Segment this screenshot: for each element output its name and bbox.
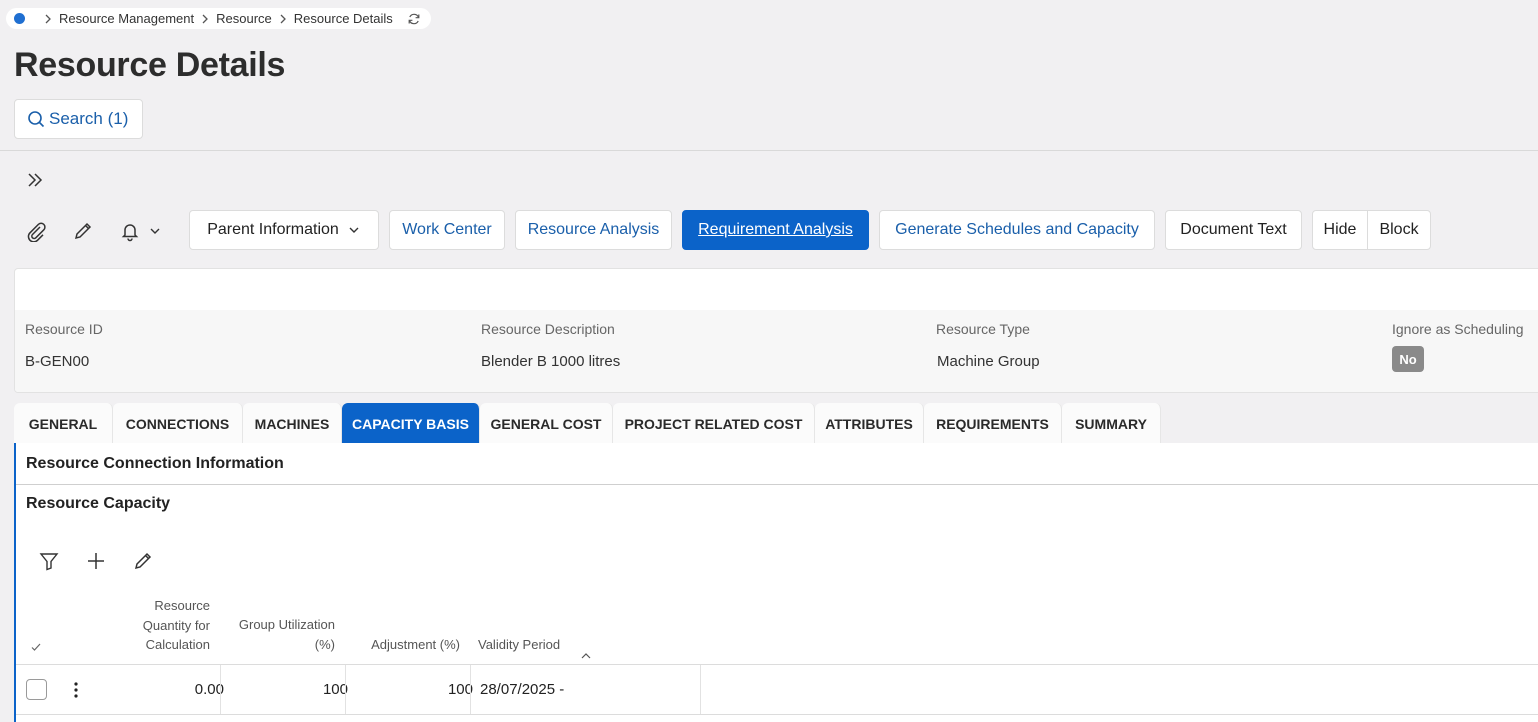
breadcrumb-resource-management[interactable]: Resource Management	[59, 11, 194, 26]
filter-icon[interactable]	[38, 550, 60, 572]
ignore-as-scheduling-label: Ignore as Scheduling	[1392, 321, 1524, 337]
divider	[0, 150, 1538, 151]
breadcrumb-resource-details: Resource Details	[293, 11, 393, 26]
resource-id-label: Resource ID	[25, 321, 103, 337]
more-options-icon[interactable]	[68, 681, 84, 699]
column-header-quantity-line: Calculation	[145, 637, 210, 652]
select-all-check-icon[interactable]	[30, 641, 42, 653]
search-icon	[28, 111, 45, 128]
cell-separator	[220, 665, 221, 714]
tab-summary[interactable]: SUMMARY	[1062, 403, 1161, 444]
resource-description-value: Blender B 1000 litres	[481, 353, 621, 370]
resource-capacity-header: Resource Capacity	[26, 495, 171, 512]
resource-header-card: Resource ID B-GEN00 Resource Description…	[14, 268, 1538, 393]
pencil-icon[interactable]	[72, 220, 94, 242]
chevron-right-icon	[280, 14, 286, 23]
tab-general-cost[interactable]: GENERAL COST	[480, 403, 613, 444]
page-title: Resource Details	[14, 46, 286, 84]
block-button[interactable]: Block	[1367, 210, 1431, 250]
bell-icon[interactable]	[119, 220, 141, 242]
resource-description-label: Resource Description	[481, 321, 615, 337]
resource-analysis-button[interactable]: Resource Analysis	[515, 210, 672, 250]
column-header-utilization-line: Group Utilization	[238, 617, 335, 632]
column-header-adjustment[interactable]: Adjustment (%)	[371, 635, 460, 655]
capacity-basis-panel: Resource Connection Information Resource…	[14, 443, 1538, 722]
cell-validity-period[interactable]: 28/07/2025 -	[480, 681, 564, 698]
table-row-border	[16, 714, 1538, 715]
pencil-icon[interactable]	[132, 550, 154, 572]
column-header-utilization-line: (%)	[314, 636, 335, 652]
requirement-analysis-button[interactable]: Requirement Analysis	[682, 210, 869, 250]
search-button-label: Search (1)	[49, 109, 129, 128]
tab-capacity-basis[interactable]: CAPACITY BASIS	[342, 403, 480, 444]
chevron-right-icon	[202, 14, 209, 23]
table-header-border	[16, 664, 1538, 665]
chevron-down-icon[interactable]	[148, 224, 162, 238]
home-dot-icon[interactable]	[14, 13, 25, 24]
tab-project-related-cost[interactable]: PROJECT RELATED COST	[613, 403, 815, 444]
cell-separator	[700, 665, 701, 714]
header-fields: Resource ID B-GEN00 Resource Description…	[15, 310, 1538, 392]
chevron-right-icon	[45, 14, 51, 23]
chevron-down-icon	[349, 227, 359, 233]
column-header-quantity-line: Resource	[154, 598, 210, 613]
tab-machines[interactable]: MACHINES	[243, 403, 342, 444]
column-header-validity-period[interactable]: Validity Period	[478, 635, 560, 655]
breadcrumb-resource[interactable]: Resource	[216, 11, 272, 26]
tab-attributes[interactable]: ATTRIBUTES	[815, 403, 924, 444]
cell-separator	[345, 665, 346, 714]
search-button[interactable]: Search (1)	[14, 99, 143, 139]
plus-icon[interactable]	[85, 550, 107, 572]
cell-separator	[470, 665, 471, 714]
status-badge: No	[1392, 346, 1424, 372]
work-center-button[interactable]: Work Center	[389, 210, 505, 250]
document-text-button[interactable]: Document Text	[1165, 210, 1302, 250]
tab-bar: GENERAL CONNECTIONS MACHINES CAPACITY BA…	[14, 403, 1161, 444]
breadcrumb: Resource Management Resource Resource De…	[6, 8, 431, 29]
row-checkbox[interactable]	[26, 679, 47, 700]
tab-general[interactable]: GENERAL	[14, 403, 113, 444]
resource-type-label: Resource Type	[936, 321, 1030, 337]
parent-information-button[interactable]: Parent Information	[189, 210, 379, 250]
column-header-quantity-line: Quantity for	[142, 617, 210, 633]
refresh-icon[interactable]	[407, 12, 421, 26]
tab-requirements[interactable]: REQUIREMENTS	[924, 403, 1062, 444]
hide-button[interactable]: Hide	[1312, 210, 1368, 250]
column-header-quantity[interactable]: Resource Quantity for Calculation	[143, 596, 210, 655]
generate-schedules-button[interactable]: Generate Schedules and Capacity	[879, 210, 1155, 250]
sort-ascending-icon[interactable]	[580, 652, 592, 660]
double-chevron-right-icon[interactable]	[25, 170, 45, 190]
parent-information-label: Parent Information	[207, 221, 339, 238]
resource-connection-information-header[interactable]: Resource Connection Information	[16, 443, 1538, 485]
resource-id-value: B-GEN00	[25, 353, 90, 370]
resource-type-value: Machine Group	[937, 353, 1040, 370]
tab-connections[interactable]: CONNECTIONS	[113, 403, 243, 444]
paperclip-icon[interactable]	[25, 220, 47, 242]
column-header-utilization[interactable]: Group Utilization (%)	[239, 615, 335, 654]
